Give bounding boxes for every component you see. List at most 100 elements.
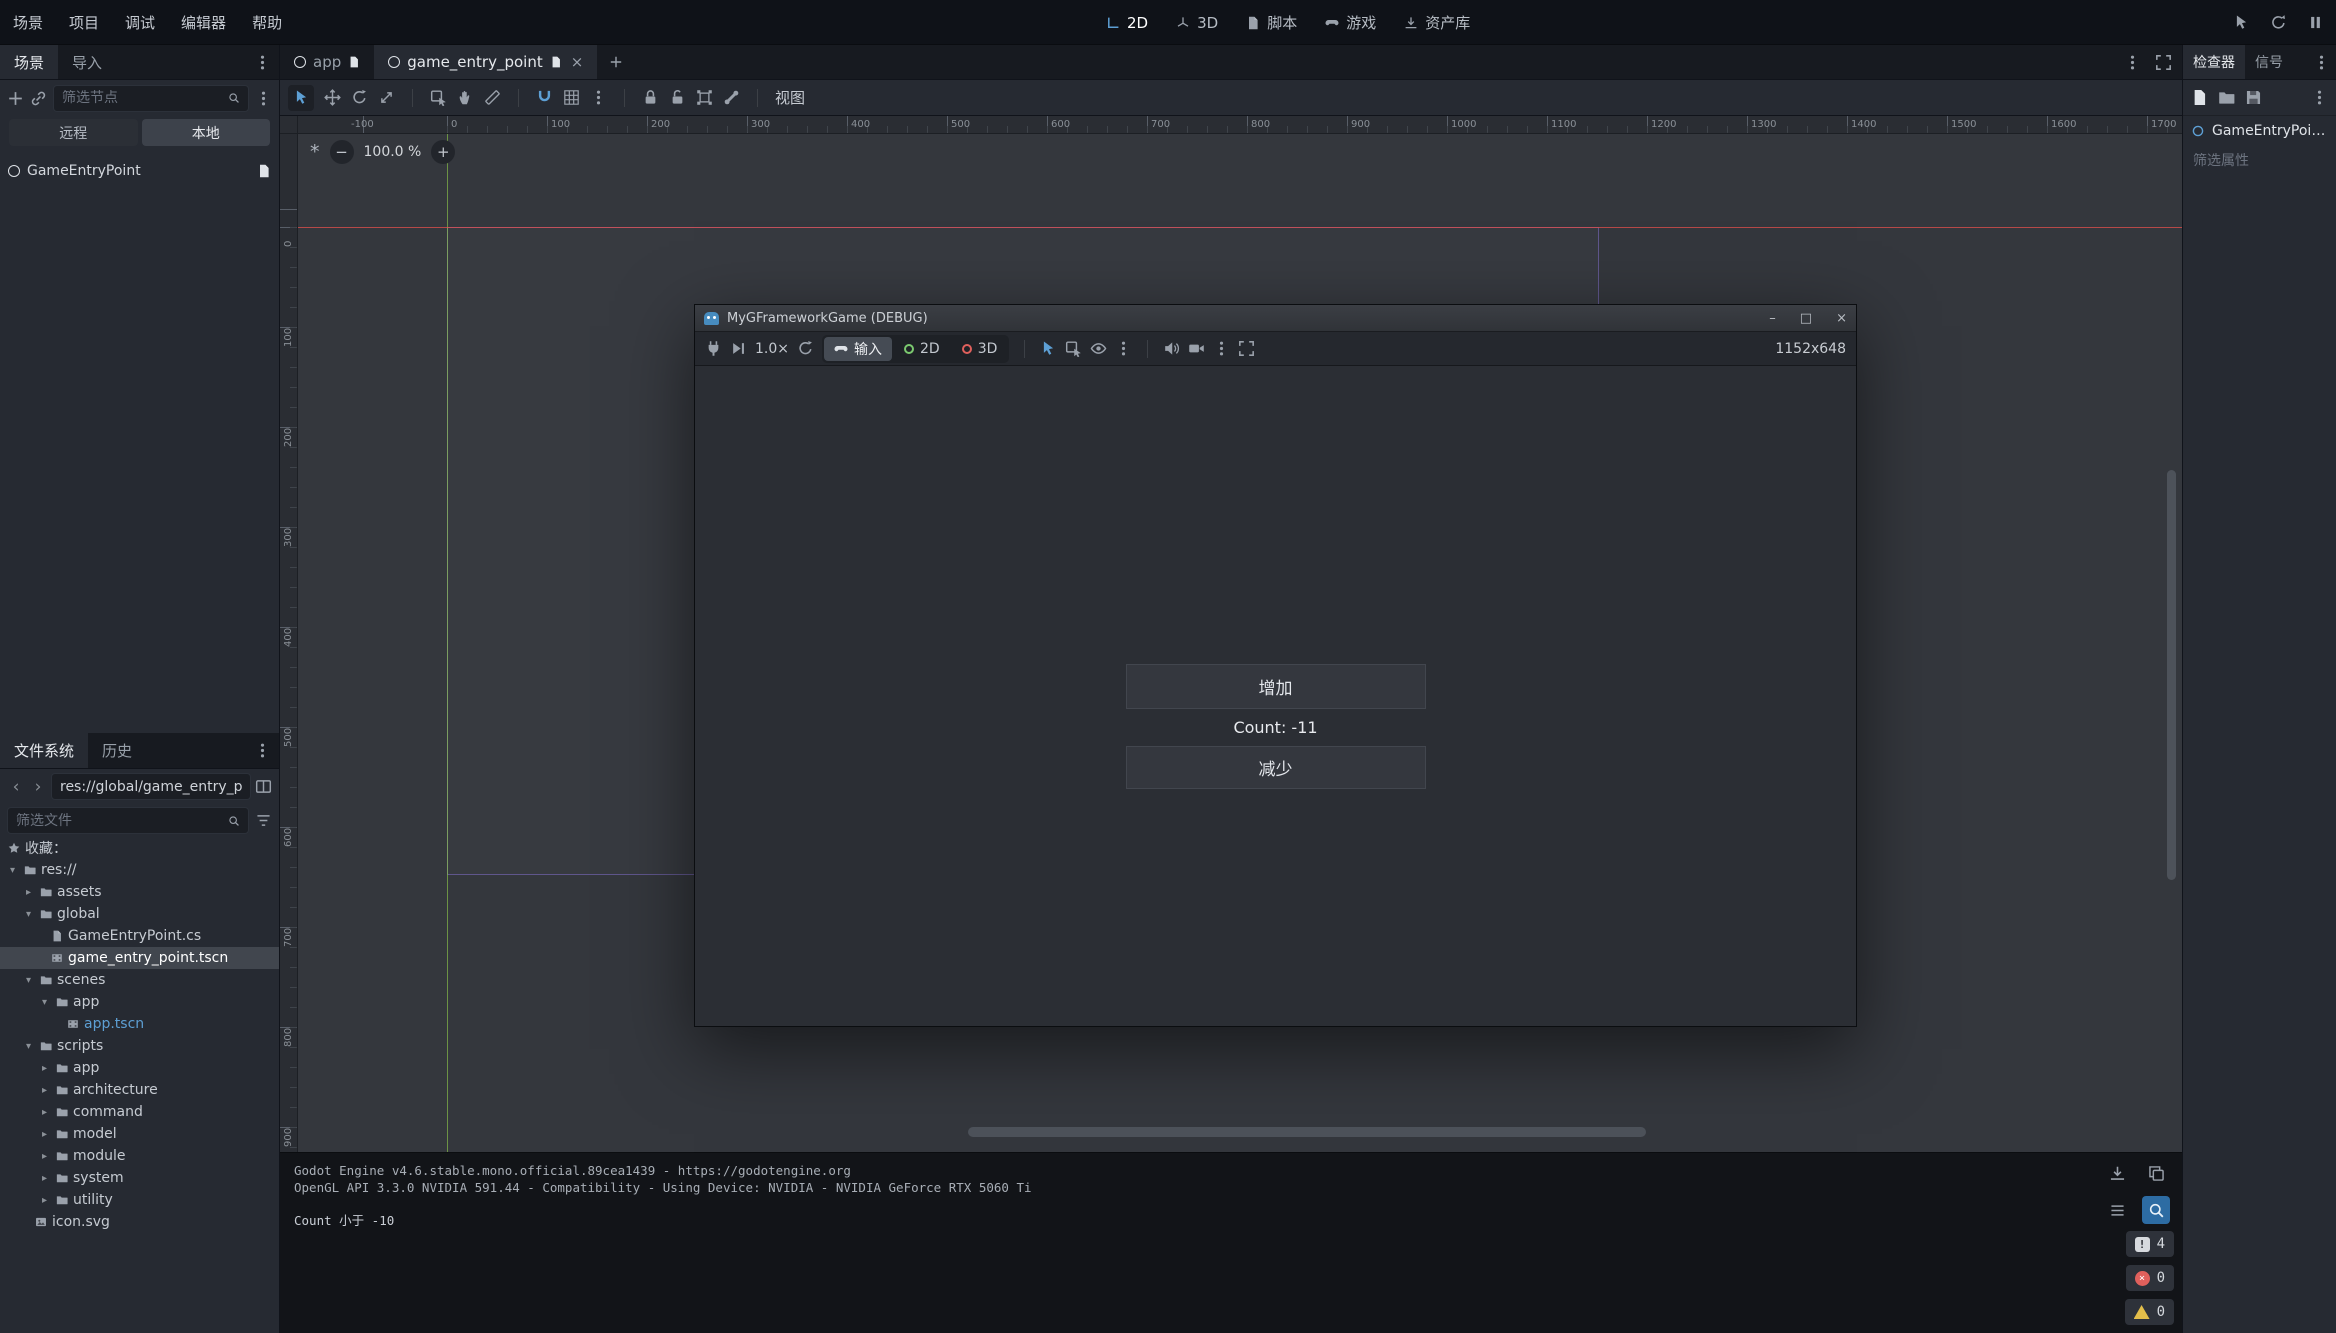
zoom-in-button[interactable]: + — [431, 140, 455, 164]
mode-2d-button[interactable]: 2D — [894, 337, 950, 361]
speaker-icon[interactable] — [1163, 340, 1180, 357]
more-icon[interactable] — [1115, 340, 1132, 357]
load-resource-icon[interactable] — [2218, 89, 2235, 106]
menu-project[interactable]: 项目 — [56, 12, 112, 33]
ruler-icon[interactable] — [484, 89, 501, 106]
more-icon[interactable] — [2313, 54, 2330, 71]
menu-help[interactable]: 帮助 — [239, 12, 295, 33]
collapse-icon[interactable]: ▾ — [22, 1041, 35, 1052]
save-log-icon[interactable] — [2103, 1159, 2131, 1187]
close-icon[interactable]: × — [1836, 311, 1847, 326]
menu-debug[interactable]: 调试 — [112, 12, 168, 33]
scene-tab-game-entry-point[interactable]: game_entry_point × — [374, 45, 597, 79]
close-tab-icon[interactable]: × — [571, 53, 584, 71]
save-resource-icon[interactable] — [2245, 89, 2262, 106]
new-scene-tab-button[interactable] — [609, 55, 623, 69]
expand-arrow-icon[interactable]: ▸ — [38, 1063, 51, 1074]
more-icon[interactable] — [2311, 89, 2328, 106]
expand-arrow-icon[interactable]: ▸ — [38, 1129, 51, 1140]
workspace-game[interactable]: 游戏 — [1325, 12, 1376, 33]
menu-editor[interactable]: 编辑器 — [168, 12, 239, 33]
tab-inspector[interactable]: 检查器 — [2183, 45, 2245, 79]
tab-signals[interactable]: 信号 — [2245, 45, 2293, 79]
debug-plug-icon[interactable] — [705, 340, 722, 357]
expand-arrow-icon[interactable]: ▸ — [22, 887, 35, 898]
collapse-icon[interactable]: ▾ — [22, 909, 35, 920]
workspace-2d[interactable]: 2D — [1106, 14, 1148, 32]
zoom-out-button[interactable]: − — [330, 140, 354, 164]
expand-arrow-icon[interactable]: ▸ — [38, 1195, 51, 1206]
collapse-icon[interactable]: ▾ — [22, 975, 35, 986]
tree-item-game-entry-point-tscn[interactable]: game_entry_point.tscn — [0, 947, 279, 969]
path-field[interactable] — [51, 773, 251, 800]
expand-arrow-icon[interactable]: ▸ — [38, 1151, 51, 1162]
tree-item-system[interactable]: ▸ system — [0, 1167, 279, 1189]
pan-icon[interactable] — [457, 89, 474, 106]
inspected-node[interactable]: GameEntryPoint... — [2183, 116, 2336, 146]
expand-icon[interactable] — [2155, 54, 2172, 71]
tree-item-res[interactable]: ▾ res:// — [0, 859, 279, 881]
reset-icon[interactable] — [797, 340, 814, 357]
lock-icon[interactable] — [642, 89, 659, 106]
filter-files-field[interactable] — [7, 807, 249, 834]
select-tool-button[interactable] — [288, 85, 314, 111]
tree-item-scenes-app[interactable]: ▾ app — [0, 991, 279, 1013]
filter-nodes-field[interactable] — [53, 85, 249, 112]
more-icon[interactable] — [254, 742, 271, 759]
collapse-icon[interactable]: ▾ — [38, 997, 51, 1008]
list-select-icon[interactable] — [1065, 340, 1082, 357]
snap-options-icon[interactable] — [590, 89, 607, 106]
camera-icon[interactable] — [1188, 340, 1205, 357]
view-center-icon[interactable]: * — [310, 141, 320, 163]
tree-item-command[interactable]: ▸ command — [0, 1101, 279, 1123]
script-icon[interactable] — [550, 56, 562, 68]
scene-tree-root-node[interactable]: GameEntryPoint — [0, 157, 279, 184]
pointer-icon[interactable] — [2233, 14, 2250, 31]
unlock-icon[interactable] — [669, 89, 686, 106]
filter-properties-field[interactable] — [2183, 146, 2336, 176]
instance-scene-icon[interactable] — [30, 90, 47, 107]
filter-properties-input[interactable] — [2193, 153, 2326, 169]
messages-badge[interactable]: !4 — [2126, 1231, 2174, 1257]
back-icon[interactable]: ‹ — [7, 777, 25, 797]
more-icon[interactable] — [254, 54, 271, 71]
next-frame-icon[interactable] — [730, 340, 747, 357]
smart-snap-icon[interactable] — [536, 89, 553, 106]
forward-icon[interactable]: › — [29, 777, 47, 797]
expand-arrow-icon[interactable]: ▸ — [38, 1107, 51, 1118]
grid-snap-icon[interactable] — [563, 89, 580, 106]
workspace-assetlib[interactable]: 资产库 — [1404, 12, 1470, 33]
tab-history[interactable]: 历史 — [88, 733, 146, 768]
filter-nodes-input[interactable] — [62, 90, 222, 106]
group-icon[interactable] — [696, 89, 713, 106]
scene-tab-app[interactable]: app — [280, 45, 374, 79]
view-menu[interactable]: 视图 — [775, 87, 805, 108]
speed-label[interactable]: 1.0× — [755, 341, 789, 357]
warnings-badge[interactable]: 0 — [2125, 1299, 2174, 1325]
skeleton-icon[interactable] — [723, 89, 740, 106]
more-icon[interactable] — [2124, 54, 2141, 71]
collapse-icon[interactable]: ▾ — [6, 865, 19, 876]
pause-icon[interactable] — [2307, 14, 2324, 31]
remote-button[interactable]: 远程 — [9, 119, 138, 146]
increase-button[interactable]: 增加 — [1126, 664, 1426, 709]
tree-item-scenes[interactable]: ▾ scenes — [0, 969, 279, 991]
tree-item-utility[interactable]: ▸ utility — [0, 1189, 279, 1211]
filter-files-input[interactable] — [16, 813, 222, 829]
tree-item-favorites[interactable]: 收藏： — [0, 837, 279, 859]
more-icon[interactable] — [255, 90, 272, 107]
zoom-level[interactable]: 100.0 % — [364, 144, 422, 160]
maximize-icon[interactable]: □ — [1800, 311, 1812, 326]
local-button[interactable]: 本地 — [142, 119, 271, 146]
tree-item-app-tscn[interactable]: app.tscn — [0, 1013, 279, 1035]
errors-badge[interactable]: ×0 — [2126, 1265, 2174, 1291]
game-window-titlebar[interactable]: MyGFrameworkGame (DEBUG) – □ × — [695, 305, 1856, 332]
new-resource-icon[interactable] — [2191, 89, 2208, 106]
tree-item-icon-svg[interactable]: icon.svg — [0, 1211, 279, 1233]
path-input[interactable] — [60, 779, 242, 795]
more-icon[interactable] — [1213, 340, 1230, 357]
tree-item-global[interactable]: ▾ global — [0, 903, 279, 925]
tree-item-module[interactable]: ▸ module — [0, 1145, 279, 1167]
input-mode-button[interactable]: 输入 — [824, 337, 892, 361]
select-mode-icon[interactable] — [1040, 340, 1057, 357]
